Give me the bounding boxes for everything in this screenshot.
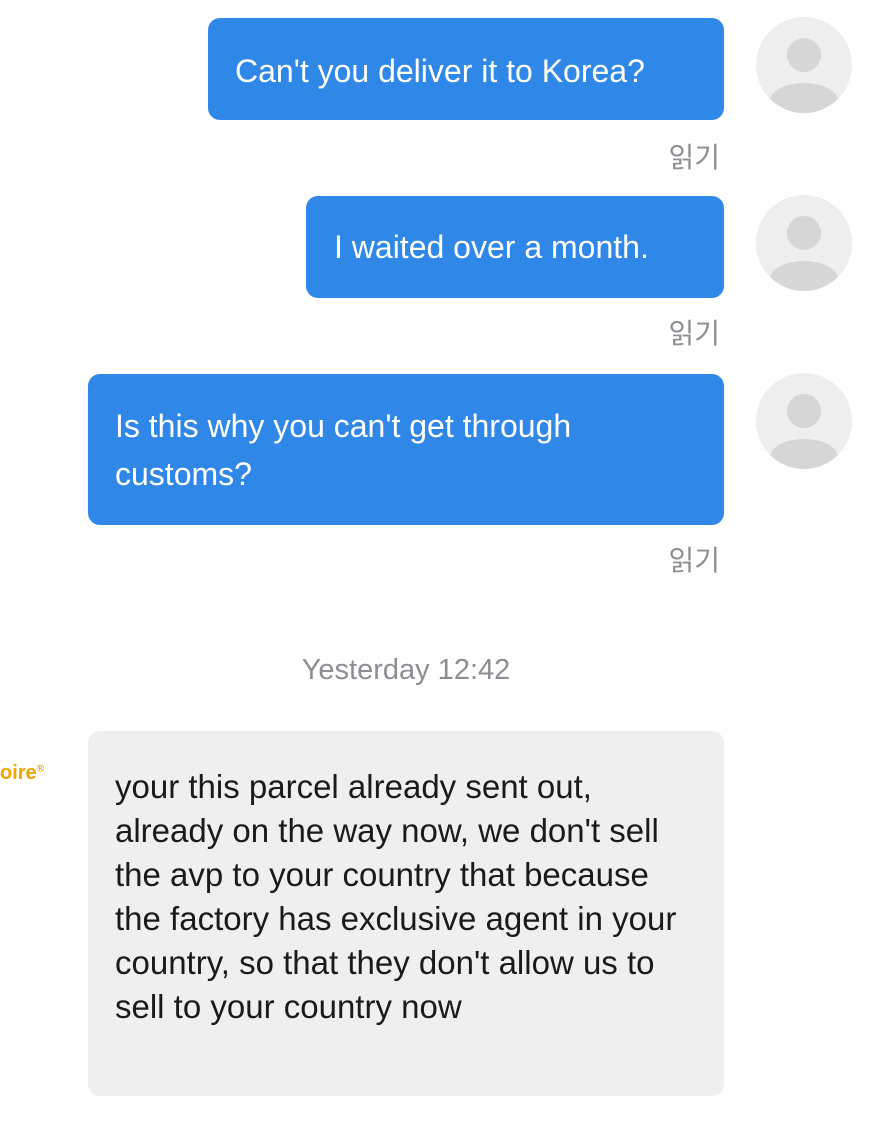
incoming-message-bubble[interactable]: your this parcel already sent out, alrea… [88,731,724,1096]
date-divider: Yesterday 12:42 [301,654,511,686]
read-status: 읽기 [668,141,720,174]
outgoing-message-bubble[interactable]: Is this why you can't get through custom… [88,374,724,525]
user-avatar[interactable] [756,195,852,291]
default-user-avatar-icon [770,394,838,469]
message-text: Is this why you can't get through custom… [115,408,572,492]
sender-logo[interactable]: oire® [0,762,44,785]
read-status: 읽기 [668,544,720,577]
sender-logo-text: oire [0,762,37,784]
outgoing-message-bubble[interactable]: Can't you deliver it to Korea? [208,18,724,120]
message-text: Can't you deliver it to Korea? [235,53,645,89]
read-status: 읽기 [668,317,720,350]
user-avatar[interactable] [756,373,852,469]
user-avatar[interactable] [756,17,852,113]
message-text: I waited over a month. [334,229,649,265]
outgoing-message-bubble[interactable]: I waited over a month. [306,196,724,298]
message-text: your this parcel already sent out, alrea… [115,768,677,1025]
default-user-avatar-icon [770,216,838,291]
default-user-avatar-icon [770,38,838,113]
